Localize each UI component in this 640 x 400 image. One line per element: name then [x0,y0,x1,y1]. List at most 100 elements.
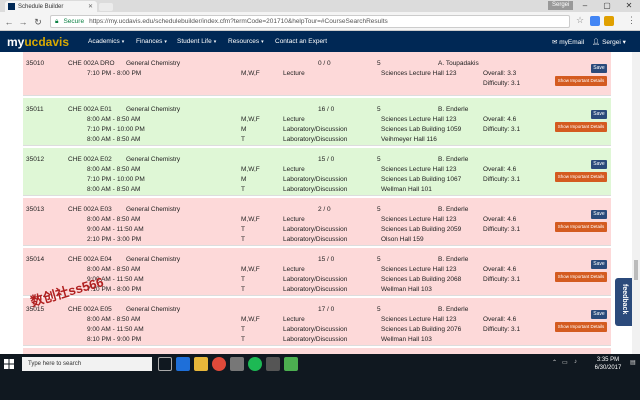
chevron-down-icon: ▾ [261,39,264,45]
save-button[interactable]: Save [591,64,607,73]
meeting-location: Sciences Lab Building 1059 [381,126,462,133]
course-title: General Chemistry [126,256,181,263]
meeting-type: Laboratory/Discussion [283,286,348,293]
section-crn: 35012 [26,156,45,163]
meeting-location: Sciences Lecture Hall 123 [381,216,457,223]
meeting-days: T [241,276,245,283]
reload-icon[interactable]: ↻ [32,16,44,28]
meeting-time: 8:00 AM - 8:50 AM [87,166,141,173]
app-icon[interactable] [266,357,280,371]
course-code: CHE 002A DRO [68,60,115,67]
bookmark-star-icon[interactable]: ☆ [576,15,584,26]
windows-start-icon[interactable] [4,359,14,369]
scrollbar[interactable] [632,52,640,354]
course-title: General Chemistry [126,106,181,113]
store-icon[interactable] [230,357,244,371]
browser-menu-icon[interactable]: ⋮ [627,15,636,26]
taskbar-search-input[interactable]: Type here to search [22,357,152,371]
extension-icon[interactable] [590,16,600,26]
instructor-name: B. Enderle [438,156,469,163]
myemail-link[interactable]: ✉ myEmail [552,38,584,46]
seats-available: 2 / 0 [318,206,331,213]
chrome-icon[interactable] [212,357,226,371]
volume-icon[interactable]: ♪ [574,359,577,365]
minimize-icon[interactable]: – [574,0,596,12]
meeting-time: 9:00 AM - 11:50 AM [87,326,144,333]
overall-rating: Overall: 4.6 [483,116,517,123]
instructor-name: B. Enderle [438,206,469,213]
meeting-time: 8:10 PM - 9:00 PM [87,336,142,343]
nav-resources[interactable]: Resources ▾ [228,38,264,45]
url-input[interactable]: 🔒︎ Secure https://my.ucdavis.edu/schedul… [50,15,570,28]
overall-rating: Overall: 4.6 [483,166,517,173]
back-icon[interactable]: ← [3,16,15,28]
file-explorer-icon[interactable] [194,357,208,371]
close-tab-icon[interactable]: ✕ [88,3,93,10]
nav-student-life[interactable]: Student Life ▾ [177,38,216,45]
tab-title: Schedule Builder [18,3,64,10]
save-button[interactable]: Save [591,160,607,169]
extension-icon[interactable] [604,16,614,26]
seats-available: 0 / 0 [318,60,331,67]
browser-tab[interactable]: Schedule Builder ✕ [5,1,97,12]
meeting-type: Lecture [283,216,305,223]
overall-rating: Overall: 3.3 [483,70,517,77]
meeting-location: Sciences Lecture Hall 123 [381,166,457,173]
meeting-location: Sciences Lab Building 1067 [381,176,462,183]
spotify-icon[interactable] [248,357,262,371]
instructor-name: A. Toupadakis [438,60,479,67]
meeting-days: M,W,F [241,216,260,223]
close-window-icon[interactable]: ✕ [618,0,640,12]
course-section-row: 35014 CHE 002A E04 General Chemistry 15 / 0… [23,248,611,296]
tray-up-icon[interactable]: ⌃ [552,359,557,366]
meeting-type: Laboratory/Discussion [283,336,348,343]
meeting-days: M,W,F [241,70,260,77]
myucdavis-logo[interactable]: myucdavis [7,35,69,49]
forward-icon[interactable]: → [17,16,29,28]
meeting-days: M [241,176,247,183]
save-button[interactable]: Save [591,310,607,319]
meeting-time: 8:00 AM - 8:50 AM [87,316,141,323]
feedback-button[interactable]: feedback [615,278,632,326]
maximize-icon[interactable]: ▢ [596,0,618,12]
difficulty-rating: Difficulty: 3.1 [483,326,521,333]
save-button[interactable]: Save [591,110,607,119]
course-section-row: 35015 CHE 002A E05 General Chemistry 17 / 0… [23,298,611,346]
meeting-days: M,W,F [241,266,260,273]
app-icon[interactable] [284,357,298,371]
secure-label: Secure [63,18,85,25]
save-button[interactable]: Save [591,210,607,219]
nav-finances[interactable]: Finances ▾ [136,38,167,45]
scrollbar-thumb[interactable] [634,260,638,280]
favicon-icon [8,3,15,10]
profile-badge[interactable]: Sergei [548,1,574,10]
notifications-icon[interactable]: ▤ [630,359,636,366]
show-important-details-button[interactable]: Show Important Details [555,76,607,86]
save-button[interactable]: Save [591,260,607,269]
new-tab-button[interactable] [99,3,113,11]
nav-academics[interactable]: Academics ▾ [88,38,124,45]
edge-icon[interactable] [176,357,190,371]
meeting-time: 8:00 AM - 8:50 AM [87,116,141,123]
instructor-name: B. Enderle [438,106,469,113]
nav-contact-expert[interactable]: Contact an Expert [275,38,327,45]
meeting-type: Lecture [283,316,305,323]
task-view-icon[interactable] [158,357,172,371]
show-important-details-button[interactable]: Show Important Details [555,322,607,332]
meeting-type: Lecture [283,70,305,77]
show-important-details-button[interactable]: Show Important Details [555,122,607,132]
meeting-type: Laboratory/Discussion [283,136,348,143]
meeting-type: Laboratory/Discussion [283,236,348,243]
show-important-details-button[interactable]: Show Important Details [555,172,607,182]
meeting-days: T [241,326,245,333]
course-title: General Chemistry [126,306,181,313]
meeting-time: 9:00 AM - 11:50 AM [87,226,144,233]
seats-available: 17 / 0 [318,306,335,313]
show-important-details-button[interactable]: Show Important Details [555,272,607,282]
battery-icon[interactable]: ▭ [562,359,568,366]
meeting-days: M,W,F [241,166,260,173]
show-important-details-button[interactable]: Show Important Details [555,222,607,232]
meeting-location: Sciences Lab Building 2068 [381,276,462,283]
taskbar-clock[interactable]: 3:35 PM 6/30/2017 [588,356,628,372]
user-menu[interactable]: 👤︎ Sergei ▾ [592,38,626,46]
